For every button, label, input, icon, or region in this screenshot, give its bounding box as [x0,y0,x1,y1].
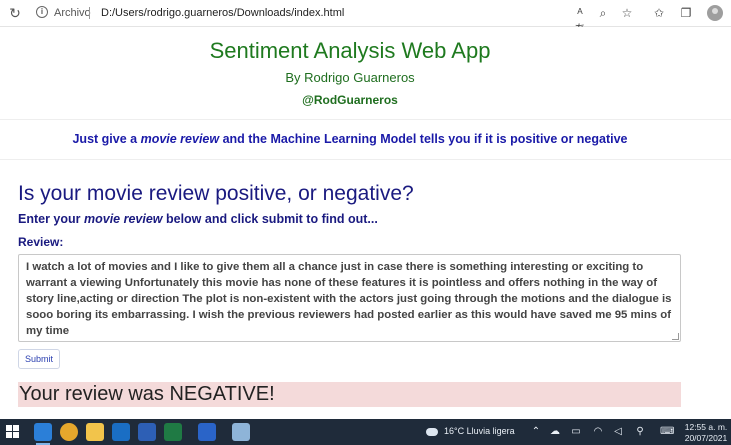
notepad-icon[interactable] [232,423,250,441]
page-title: Sentiment Analysis Web App [209,38,491,63]
clock-time: 12:55 a. m. [684,422,728,432]
clock-date: 20/07/2021 [684,433,728,443]
protocol-label: Archivo [54,7,91,19]
result-banner: Your review was NEGATIVE! [18,382,681,407]
author-handle: @RodGuarneros [302,93,398,107]
tagline: Just give a movie review and the Machine… [0,132,700,146]
author-line: By Rodrigo Guarneros [285,70,415,85]
outlook-icon[interactable] [112,423,130,441]
weather-text: 16°C Lluvia ligera [444,426,515,436]
wifi-icon[interactable]: ◠ [592,426,604,438]
edge-app-icon[interactable] [34,423,52,441]
chevron-up-icon[interactable]: ⌃ [530,426,542,438]
review-label: Review: [18,235,64,249]
excel-icon[interactable] [164,423,182,441]
submit-button[interactable]: Submit [18,349,60,369]
system-clock[interactable]: 12:55 a. m. 20/07/2021 [684,422,728,444]
zoom-icon[interactable]: ⌕ [595,5,611,21]
read-aloud-icon[interactable]: ᴬあ [572,5,588,36]
address-bar[interactable]: i Archivo D:/Users/rodrigo.guarneros/Dow… [30,3,655,23]
tagline-suffix: and the Machine Learning Model tells you… [219,132,628,146]
taskbar: 16°C Lluvia ligera ⌃ ☁ ▭ ◠ ◁ ⚲ ⌨ 12:55 a… [0,419,731,445]
display-icon[interactable]: ▭ [570,426,582,438]
add-favorite-icon[interactable]: ☆ [619,5,635,21]
instruction-prefix: Enter your [18,212,84,226]
network-icon[interactable]: ⚲ [634,426,646,438]
file-explorer-icon[interactable] [86,423,104,441]
tagline-emphasis: movie review [140,132,220,146]
address-separator [89,7,90,19]
volume-icon[interactable]: ◁ [612,426,624,438]
profile-avatar[interactable] [707,5,723,21]
form-question: Is your movie review positive, or negati… [18,182,414,205]
keyboard-icon[interactable]: ⌨ [660,426,674,438]
tagline-prefix: Just give a [72,132,141,146]
windows-start-icon[interactable] [6,425,20,439]
weather-widget[interactable]: 16°C Lluvia ligera [426,426,515,436]
chrome-app-icon[interactable] [60,423,78,441]
collections-icon[interactable]: ❐ [678,5,694,21]
web-page: Sentiment Analysis Web App By Rodrigo Gu… [0,27,731,419]
info-icon[interactable]: i [36,6,48,18]
browser-toolbar: ↻ i Archivo D:/Users/rodrigo.guarneros/D… [0,0,731,36]
review-textarea[interactable]: I watch a lot of movies and I like to gi… [18,254,681,342]
result-text: Your review was NEGATIVE! [19,383,275,405]
webex-icon[interactable] [198,423,216,441]
divider [0,119,731,120]
favorites-icon[interactable]: ✩ [651,5,667,21]
resize-handle-icon[interactable] [672,333,679,340]
instruction-emphasis: movie review [84,212,163,226]
url-text[interactable]: D:/Users/rodrigo.guarneros/Downloads/ind… [101,3,344,23]
refresh-icon[interactable]: ↻ [6,4,24,22]
cloud-rain-icon [426,427,438,436]
onedrive-icon[interactable]: ☁ [549,426,561,438]
form-instruction: Enter your movie review below and click … [18,212,378,226]
review-text[interactable]: I watch a lot of movies and I like to gi… [26,261,672,337]
instruction-suffix: below and click submit to find out... [162,212,378,226]
word-icon[interactable] [138,423,156,441]
divider [0,159,731,160]
